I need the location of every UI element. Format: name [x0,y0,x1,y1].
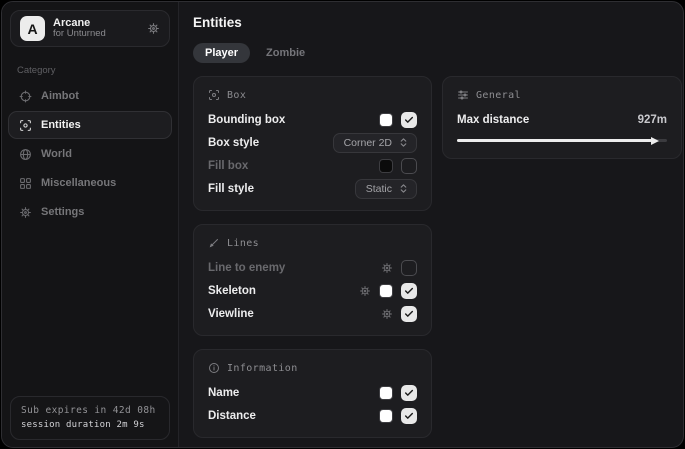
slider-value: 927m [638,114,667,126]
setting-label: Viewline [208,308,254,320]
sidebar-item-settings[interactable]: Settings [8,198,172,226]
setting-label: Fill style [208,183,254,195]
color-swatch[interactable] [379,409,393,423]
setting-label: Distance [208,410,256,422]
color-swatch[interactable] [379,386,393,400]
color-swatch[interactable] [379,113,393,127]
setting-label: Name [208,387,239,399]
checkbox-checked[interactable] [401,283,417,299]
sidebar-item-label: World [41,148,72,160]
box-corners-icon [208,89,220,101]
checkbox-checked[interactable] [401,306,417,322]
setting-label: Box style [208,137,259,149]
right-column: General Max distance 927m [442,76,682,159]
setting-row-fill-style: Fill style Static [208,178,417,199]
setting-row-skeleton: Skeleton [208,280,417,301]
chevrons-up-down-icon [398,137,409,148]
setting-row-viewline: Viewline [208,303,417,324]
setting-label: Line to enemy [208,262,285,274]
sidebar-item-label: Settings [41,206,84,218]
sidebar-item-miscellaneous[interactable]: Miscellaneous [8,169,172,197]
brand-text: Arcane for Unturned [53,17,139,41]
chevrons-up-down-icon [398,183,409,194]
box-card: Box Bounding box Box style [193,76,432,211]
subscription-status: Sub expires in 42d 08h session duration … [10,396,170,440]
session-duration-text: session duration 2m 9s [21,419,159,433]
brand-card: A Arcane for Unturned [10,10,170,47]
setting-row-distance: Distance [208,405,417,426]
color-swatch[interactable] [379,159,393,173]
row-settings-gear-icon[interactable] [359,285,371,297]
app-logo: A [20,16,45,41]
sidebar-item-label: Entities [41,119,81,131]
setting-label: Fill box [208,160,248,172]
sidebar-item-label: Aimbot [41,90,79,102]
logo-letter: A [27,21,37,37]
information-card-header: Information [208,362,417,374]
setting-row-name: Name [208,382,417,403]
checkbox-checked[interactable] [401,385,417,401]
information-card: Information Name Distance [193,349,432,438]
setting-label: Skeleton [208,285,256,297]
lines-card-header: Lines [208,237,417,249]
dropdown-value: Static [366,183,392,195]
main-content: Entities Player Zombie Box Bounding box [179,2,684,447]
checkbox-unchecked[interactable] [401,260,417,276]
dropdown-value: Corner 2D [344,137,392,149]
crosshair-icon [19,90,32,103]
card-columns: Box Bounding box Box style [193,76,682,438]
sidebar-item-label: Miscellaneous [41,177,116,189]
gear-icon [19,206,32,219]
sidebar-item-aimbot[interactable]: Aimbot [8,82,172,110]
globe-icon [19,148,32,161]
slider-handle[interactable] [651,137,659,145]
sidebar-item-entities[interactable]: Entities [8,111,172,139]
sub-expiry-text: Sub expires in 42d 08h [21,404,159,418]
box-card-header: Box [208,89,417,101]
checkbox-unchecked[interactable] [401,158,417,174]
general-card-header: General [457,89,667,101]
info-icon [208,362,220,374]
tab-zombie[interactable]: Zombie [254,43,317,63]
gear-icon[interactable] [147,22,160,35]
app-window: A Arcane for Unturned Category Aimbot En… [1,1,684,448]
page-title: Entities [193,15,682,30]
color-swatch[interactable] [379,284,393,298]
left-column: Box Bounding box Box style [193,76,432,438]
sidebar-item-world[interactable]: World [8,140,172,168]
sidebar-nav: Aimbot Entities World Miscellaneous [2,82,178,226]
box-style-dropdown[interactable]: Corner 2D [333,133,417,153]
max-distance-slider[interactable] [457,133,667,147]
setting-row-max-distance: Max distance 927m [457,109,667,131]
general-card: General Max distance 927m [442,76,682,159]
row-settings-gear-icon[interactable] [381,308,393,320]
card-title: Box [227,90,246,101]
line-icon [208,237,220,249]
sidebar: A Arcane for Unturned Category Aimbot En… [2,2,179,447]
category-label: Category [17,65,163,76]
setting-label: Max distance [457,114,529,126]
setting-label: Bounding box [208,114,285,126]
brand-subtitle: for Unturned [53,29,139,40]
setting-row-bounding-box: Bounding box [208,109,417,130]
card-title: General [476,90,521,101]
tab-player[interactable]: Player [193,43,250,63]
lines-card: Lines Line to enemy Skeleton [193,224,432,336]
setting-row-line-to-enemy: Line to enemy [208,257,417,278]
fill-style-dropdown[interactable]: Static [355,179,417,199]
scan-icon [19,119,32,132]
sliders-icon [457,89,469,101]
checkbox-checked[interactable] [401,408,417,424]
tab-bar: Player Zombie [193,43,682,63]
grid-icon [19,177,32,190]
card-title: Lines [227,238,259,249]
card-title: Information [227,363,298,374]
setting-row-fill-box: Fill box [208,155,417,176]
checkbox-checked[interactable] [401,112,417,128]
row-settings-gear-icon[interactable] [381,262,393,274]
setting-row-box-style: Box style Corner 2D [208,132,417,153]
slider-fill [457,139,652,142]
